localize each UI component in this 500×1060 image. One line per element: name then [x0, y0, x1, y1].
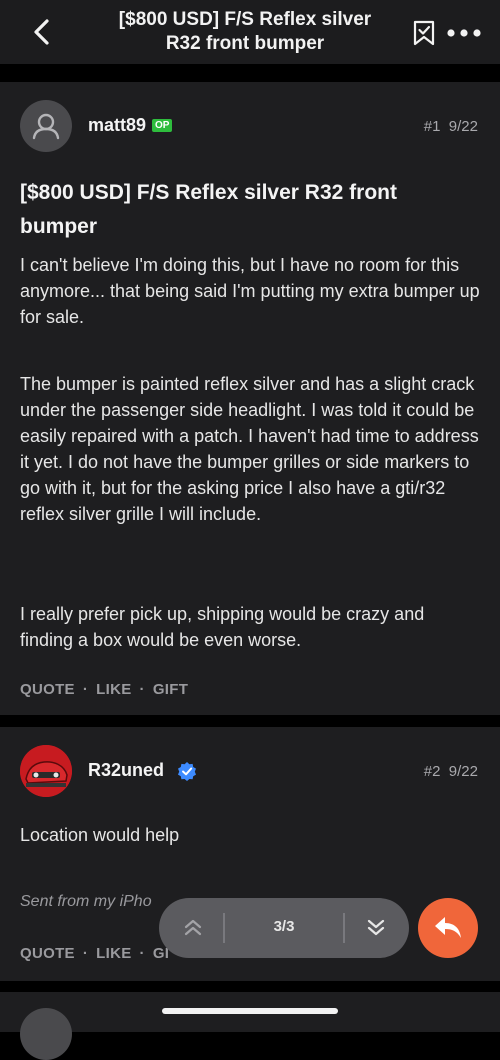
like-button[interactable]: LIKE [96, 681, 131, 698]
reply-button[interactable] [418, 898, 478, 958]
avatar[interactable] [20, 1008, 72, 1060]
back-chevron-icon[interactable] [28, 18, 56, 46]
post-signature: Sent from my iPho [20, 893, 152, 910]
post-date: 9/22 [448, 763, 478, 780]
post-1: matt89 OP #1 9/22 [$800 USD] F/S Reflex s… [0, 82, 500, 715]
post-actions: QUOTE · LIKE · GI [20, 945, 169, 962]
page-title-line-2: R32 front bumper [165, 33, 325, 54]
home-indicator [162, 1008, 338, 1014]
author-name[interactable]: matt89 OP [88, 115, 173, 136]
post-title: [$800 USD] F/S Reflex silver R32 front b… [20, 176, 480, 244]
bookmark-icon[interactable] [412, 20, 436, 46]
post-paragraph: I really prefer pick up, shipping would … [20, 604, 425, 650]
post-paragraph: I can't believe I'm doing this, but I ha… [20, 255, 480, 327]
post-meta: #2 9/22 [424, 763, 478, 780]
op-badge: OP [152, 119, 173, 132]
action-separator: · [82, 945, 89, 962]
post-number[interactable]: #2 [424, 763, 441, 780]
pager-divider [343, 913, 345, 943]
post-date: 9/22 [448, 118, 478, 135]
post-body: Location would help [20, 825, 180, 845]
author-name[interactable]: R32uned [88, 760, 164, 781]
author-username[interactable]: matt89 [88, 115, 146, 135]
like-button[interactable]: LIKE [96, 945, 131, 962]
page-title-line-1: [$800 USD] F/S Reflex silver [118, 9, 372, 30]
gift-button[interactable]: GIFT [153, 681, 188, 698]
car-avatar-icon [20, 745, 72, 797]
action-separator: · [139, 681, 145, 698]
avatar[interactable] [20, 745, 72, 797]
post-paragraph: The bumper is painted reflex silver and … [20, 374, 479, 524]
post-number[interactable]: #1 [424, 118, 441, 135]
quote-button[interactable]: QUOTE [20, 945, 75, 962]
top-bar: [$800 USD] F/S Reflex silver R32 front b… [0, 0, 500, 64]
post-title-line-1: [$800 USD] F/S Reflex silver R32 front [20, 181, 397, 204]
page-title: [$800 USD] F/S Reflex silver R32 front b… [90, 8, 400, 56]
post-actions: QUOTE · LIKE · GIFT [20, 681, 188, 698]
user-icon [32, 113, 60, 140]
post-meta: #1 9/22 [424, 118, 478, 135]
action-separator: · [82, 681, 89, 698]
page-navigator: 3/3 [159, 898, 409, 958]
post-title-line-2: bumper [20, 215, 98, 238]
action-separator: · [139, 945, 145, 962]
verified-badge-icon [178, 762, 196, 781]
avatar[interactable] [20, 100, 72, 152]
more-options-icon[interactable] [446, 28, 482, 38]
quote-button[interactable]: QUOTE [20, 681, 75, 698]
author-username[interactable]: R32uned [88, 760, 164, 780]
double-chevron-down-icon[interactable] [364, 917, 388, 939]
reply-icon [435, 917, 461, 938]
